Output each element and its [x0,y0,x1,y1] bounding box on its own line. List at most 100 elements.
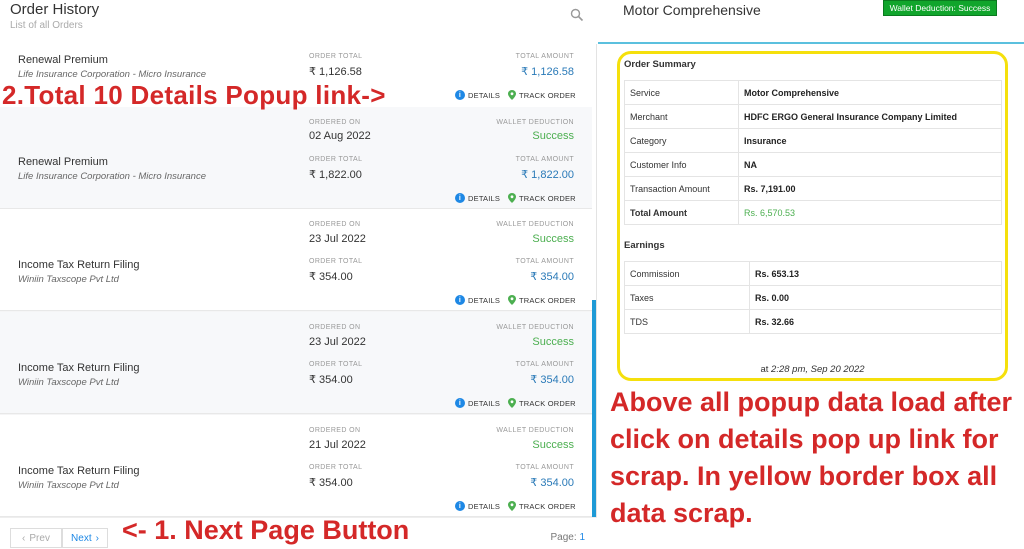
earnings-row: Commission Rs. 653.13 [624,261,1002,286]
page-label: Page: [550,532,577,543]
annotation-popup-scrape: Above all popup data load after click on… [610,387,1013,528]
order-service: Income Tax Return Filing [18,465,140,477]
order-row: ORDERED ON 02 Aug 2022 WALLET DEDUCTION … [0,107,592,209]
location-pin-icon [508,398,516,408]
search-icon[interactable] [570,8,584,22]
timestamp-prefix: at [760,364,769,375]
earnings-table: Commission Rs. 653.13 Taxes Rs. 0.00 TDS Rs… [624,261,1002,334]
ordered-on-value: 23 Jul 2022 [309,336,366,348]
page-subtitle: List of all Orders [10,20,83,31]
total-amount-label: TOTAL AMOUNT [515,361,574,368]
ordered-on-label: ORDERED ON [309,427,361,434]
total-amount-label: TOTAL AMOUNT [515,258,574,265]
ordered-on-label: ORDERED ON [309,119,361,126]
order-merchant: Life Insurance Corporation - Micro Insur… [18,171,206,182]
order-service: Renewal Premium [18,156,108,168]
track-order-label: TRACK ORDER [519,398,576,408]
order-history-header: Order History List of all Orders [0,0,597,44]
info-icon: i [455,398,465,408]
order-row: ORDERED ON 21 Jul 2022 WALLET DEDUCTION … [0,415,592,517]
info-icon: i [455,90,465,100]
track-order-link[interactable]: TRACK ORDER [508,398,576,408]
annotation-details-popup: 2.Total 10 Details Popup link-> [2,80,386,110]
chevron-right-icon: › [95,532,99,544]
earnings-title: Earnings [624,240,665,251]
status-value: Success [532,439,574,451]
info-icon: i [455,295,465,305]
details-link[interactable]: i DETAILS [455,193,500,203]
track-order-link[interactable]: TRACK ORDER [508,295,576,305]
summary-key: Category [624,128,739,153]
location-pin-icon [508,193,516,203]
earnings-value: Rs. 0.00 [749,285,1002,310]
order-total-value: ₹ 1,822.00 [309,169,362,181]
summary-value: NA [738,152,1002,177]
total-amount-value: ₹ 354.00 [530,374,574,386]
order-total-value: ₹ 1,126.58 [309,66,362,78]
order-total-label: ORDER TOTAL [309,361,363,368]
prev-page-button[interactable]: ‹ Prev [10,528,62,548]
track-order-link[interactable]: TRACK ORDER [508,501,576,511]
track-order-label: TRACK ORDER [519,295,576,305]
page-title: Order History [10,1,100,18]
order-row: ORDERED ON 23 Jul 2022 WALLET DEDUCTION … [0,312,592,414]
details-link-label: DETAILS [468,193,501,203]
details-link-label: DETAILS [468,501,501,511]
summary-value: Rs. 7,191.00 [738,176,1002,201]
chevron-left-icon: ‹ [22,532,26,544]
summary-key: Customer Info [624,152,739,177]
order-summary-title: Order Summary [624,59,696,70]
total-amount-value: ₹ 1,126.58 [521,66,574,78]
info-icon: i [455,501,465,511]
summary-value: Rs. 6,570.53 [738,200,1002,225]
next-label: Next [71,532,92,544]
prev-label: Prev [29,532,50,544]
total-amount-label: TOTAL AMOUNT [515,53,574,60]
divider [598,42,1024,44]
order-row: ORDERED ON 23 Jul 2022 WALLET DEDUCTION … [0,209,592,311]
wallet-deduction-label: WALLET DEDUCTION [496,221,574,228]
summary-key: Transaction Amount [624,176,739,201]
list-scrollbar[interactable] [592,300,596,517]
page-number: 1 [579,532,585,543]
status-value: Success [532,130,574,142]
earnings-key: Taxes [624,285,750,310]
next-page-button[interactable]: Next › [62,528,108,548]
order-total-label: ORDER TOTAL [309,464,363,471]
track-order-label: TRACK ORDER [519,90,576,100]
track-order-link[interactable]: TRACK ORDER [508,90,576,100]
order-total-value: ₹ 354.00 [309,374,353,386]
details-link-label: DETAILS [468,90,501,100]
summary-row: Category Insurance [624,128,1002,153]
summary-value: Insurance [738,128,1002,153]
earnings-row: TDS Rs. 32.66 [624,309,1002,334]
total-amount-label: TOTAL AMOUNT [515,464,574,471]
location-pin-icon [508,90,516,100]
total-amount-value: ₹ 354.00 [530,477,574,489]
status-value: Success [532,336,574,348]
order-total-label: ORDER TOTAL [309,156,363,163]
track-order-link[interactable]: TRACK ORDER [508,193,576,203]
summary-key: Merchant [624,104,739,129]
wallet-deduction-label: WALLET DEDUCTION [496,324,574,331]
details-link[interactable]: i DETAILS [455,501,500,511]
location-pin-icon [508,295,516,305]
order-merchant: Winiin Taxscope Pvt Ltd [18,274,119,285]
order-list: Renewal Premium Life Insurance Corporati… [0,44,592,517]
wallet-deduction-label: WALLET DEDUCTION [496,427,574,434]
earnings-value: Rs. 653.13 [749,261,1002,286]
details-link-label: DETAILS [468,295,501,305]
ordered-on-label: ORDERED ON [309,221,361,228]
timestamp-value: 2:28 pm, Sep 20 2022 [771,364,865,375]
summary-row: Transaction Amount Rs. 7,191.00 [624,176,1002,201]
details-link[interactable]: i DETAILS [455,295,500,305]
details-link[interactable]: i DETAILS [455,398,500,408]
status-value: Success [532,233,574,245]
details-link[interactable]: i DETAILS [455,90,500,100]
order-total-value: ₹ 354.00 [309,271,353,283]
total-amount-value: ₹ 354.00 [530,271,574,283]
detail-title: Motor Comprehensive [623,2,761,18]
summary-value: HDFC ERGO General Insurance Company Limi… [738,104,1002,129]
earnings-row: Taxes Rs. 0.00 [624,285,1002,310]
annotation-next-page: <- 1. Next Page Button [122,515,410,545]
